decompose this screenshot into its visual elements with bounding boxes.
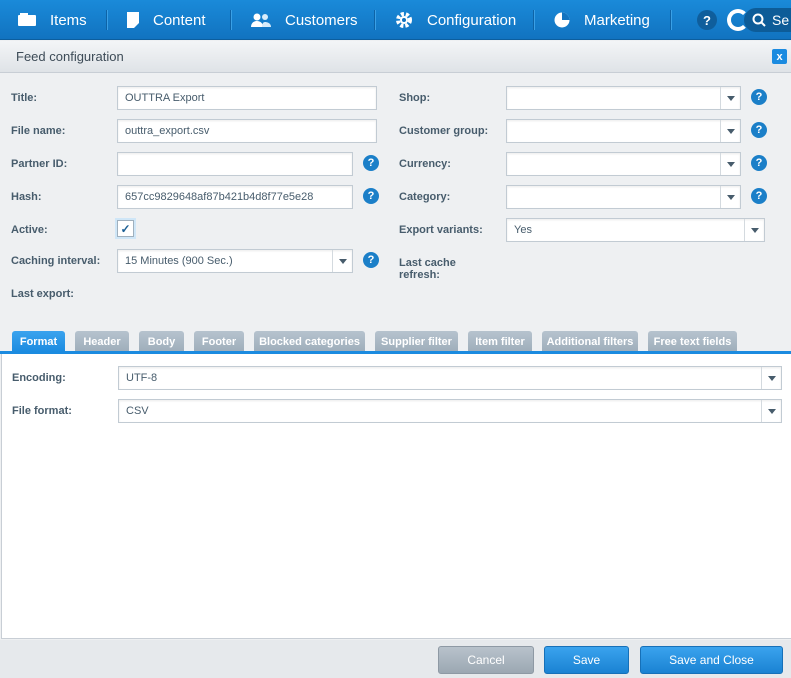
- menu-items[interactable]: Items: [18, 0, 87, 40]
- menu-separator: [106, 10, 107, 30]
- chevron-down-icon[interactable]: [761, 367, 781, 389]
- chevron-down-icon[interactable]: [761, 400, 781, 422]
- search-icon: [752, 13, 766, 27]
- help-icon[interactable]: ?: [751, 188, 767, 204]
- file-format-value: CSV: [126, 405, 149, 417]
- shop-select[interactable]: [506, 86, 741, 110]
- category-label: Category:: [399, 191, 451, 203]
- partner-id-input[interactable]: [117, 152, 353, 176]
- tab-header[interactable]: Header: [75, 331, 129, 352]
- menu-separator: [230, 10, 231, 30]
- close-icon[interactable]: x: [772, 49, 787, 64]
- chevron-down-icon[interactable]: [720, 87, 740, 109]
- last-cache-label: refresh:: [399, 269, 440, 281]
- chevron-down-icon[interactable]: [720, 153, 740, 175]
- category-select[interactable]: [506, 185, 741, 209]
- partner-id-label: Partner ID:: [11, 158, 68, 170]
- last-export-label: Last export:: [11, 288, 74, 300]
- save-and-close-button[interactable]: Save and Close: [640, 646, 783, 674]
- active-label: Active:: [11, 224, 48, 236]
- file-format-label: File format:: [12, 405, 72, 417]
- tab-footer[interactable]: Footer: [194, 331, 244, 352]
- search-text: Se: [772, 12, 790, 28]
- menu-separator: [533, 10, 534, 30]
- window-header: Feed configuration: [0, 41, 791, 73]
- menu-marketing[interactable]: Marketing: [554, 0, 650, 40]
- main-menu-bar: Items Content Customers Configuration Ma…: [0, 0, 791, 40]
- title-label: Title:: [11, 92, 38, 104]
- customer-group-select[interactable]: [506, 119, 741, 143]
- format-tab-panel: [1, 354, 791, 639]
- active-checkbox[interactable]: ✓: [117, 220, 134, 237]
- last-cache-label: Last cache: [399, 257, 456, 269]
- help-icon[interactable]: ?: [751, 155, 767, 171]
- currency-select[interactable]: [506, 152, 741, 176]
- items-icon: [18, 13, 36, 26]
- menu-configuration[interactable]: Configuration: [395, 0, 516, 40]
- help-icon[interactable]: ?: [363, 155, 379, 171]
- currency-label: Currency:: [399, 158, 451, 170]
- title-input[interactable]: OUTTRA Export: [117, 86, 377, 110]
- encoding-label: Encoding:: [12, 372, 66, 384]
- caching-interval-value: 15 Minutes (900 Sec.): [125, 255, 233, 267]
- search-field[interactable]: Se: [744, 8, 791, 32]
- menu-customers[interactable]: Customers: [251, 0, 358, 40]
- help-icon[interactable]: ?: [751, 122, 767, 138]
- caching-interval-select[interactable]: 15 Minutes (900 Sec.): [117, 249, 353, 273]
- menu-items-label: Items: [50, 11, 87, 29]
- tab-item-filter[interactable]: Item filter: [468, 331, 532, 352]
- window-title: Feed configuration: [16, 49, 124, 64]
- menu-separator: [670, 10, 671, 30]
- encoding-value: UTF-8: [126, 372, 158, 384]
- help-icon[interactable]: ?: [751, 89, 767, 105]
- export-variants-value: Yes: [514, 224, 532, 236]
- chevron-down-icon[interactable]: [720, 186, 740, 208]
- logo-icon: [727, 9, 749, 31]
- content-icon: [127, 12, 139, 28]
- tab-free-text-fields[interactable]: Free text fields: [648, 331, 737, 352]
- export-variants-label: Export variants:: [399, 224, 483, 236]
- chevron-down-icon[interactable]: [332, 250, 352, 272]
- tab-blocked-categories[interactable]: Blocked categories: [254, 331, 365, 352]
- menu-marketing-label: Marketing: [584, 11, 650, 29]
- customers-icon: [251, 13, 271, 27]
- menu-content-label: Content: [153, 11, 206, 29]
- pie-chart-icon: [554, 12, 570, 28]
- tab-additional-filters[interactable]: Additional filters: [542, 331, 638, 352]
- hash-label: Hash:: [11, 191, 42, 203]
- cancel-button[interactable]: Cancel: [438, 646, 534, 674]
- hash-input[interactable]: 657cc9829648af87b421b4d8f77e5e28: [117, 185, 353, 209]
- help-icon[interactable]: ?: [363, 188, 379, 204]
- help-icon[interactable]: ?: [697, 10, 717, 30]
- tab-supplier-filter[interactable]: Supplier filter: [375, 331, 458, 352]
- customer-group-label: Customer group:: [399, 125, 489, 137]
- filename-label: File name:: [11, 125, 66, 137]
- menu-separator: [374, 10, 375, 30]
- file-format-select[interactable]: CSV: [118, 399, 782, 423]
- gear-icon: [396, 12, 412, 28]
- menu-content[interactable]: Content: [127, 0, 206, 40]
- chevron-down-icon[interactable]: [720, 120, 740, 142]
- caching-interval-label: Caching interval:: [11, 255, 101, 267]
- filename-input[interactable]: outtra_export.csv: [117, 119, 377, 143]
- export-variants-select[interactable]: Yes: [506, 218, 765, 242]
- chevron-down-icon[interactable]: [744, 219, 764, 241]
- help-icon[interactable]: ?: [363, 252, 379, 268]
- menu-customers-label: Customers: [285, 11, 358, 29]
- encoding-select[interactable]: UTF-8: [118, 366, 782, 390]
- tab-body[interactable]: Body: [139, 331, 184, 352]
- tab-format[interactable]: Format: [12, 331, 65, 352]
- save-button[interactable]: Save: [544, 646, 629, 674]
- shop-label: Shop:: [399, 92, 431, 104]
- menu-configuration-label: Configuration: [427, 11, 517, 29]
